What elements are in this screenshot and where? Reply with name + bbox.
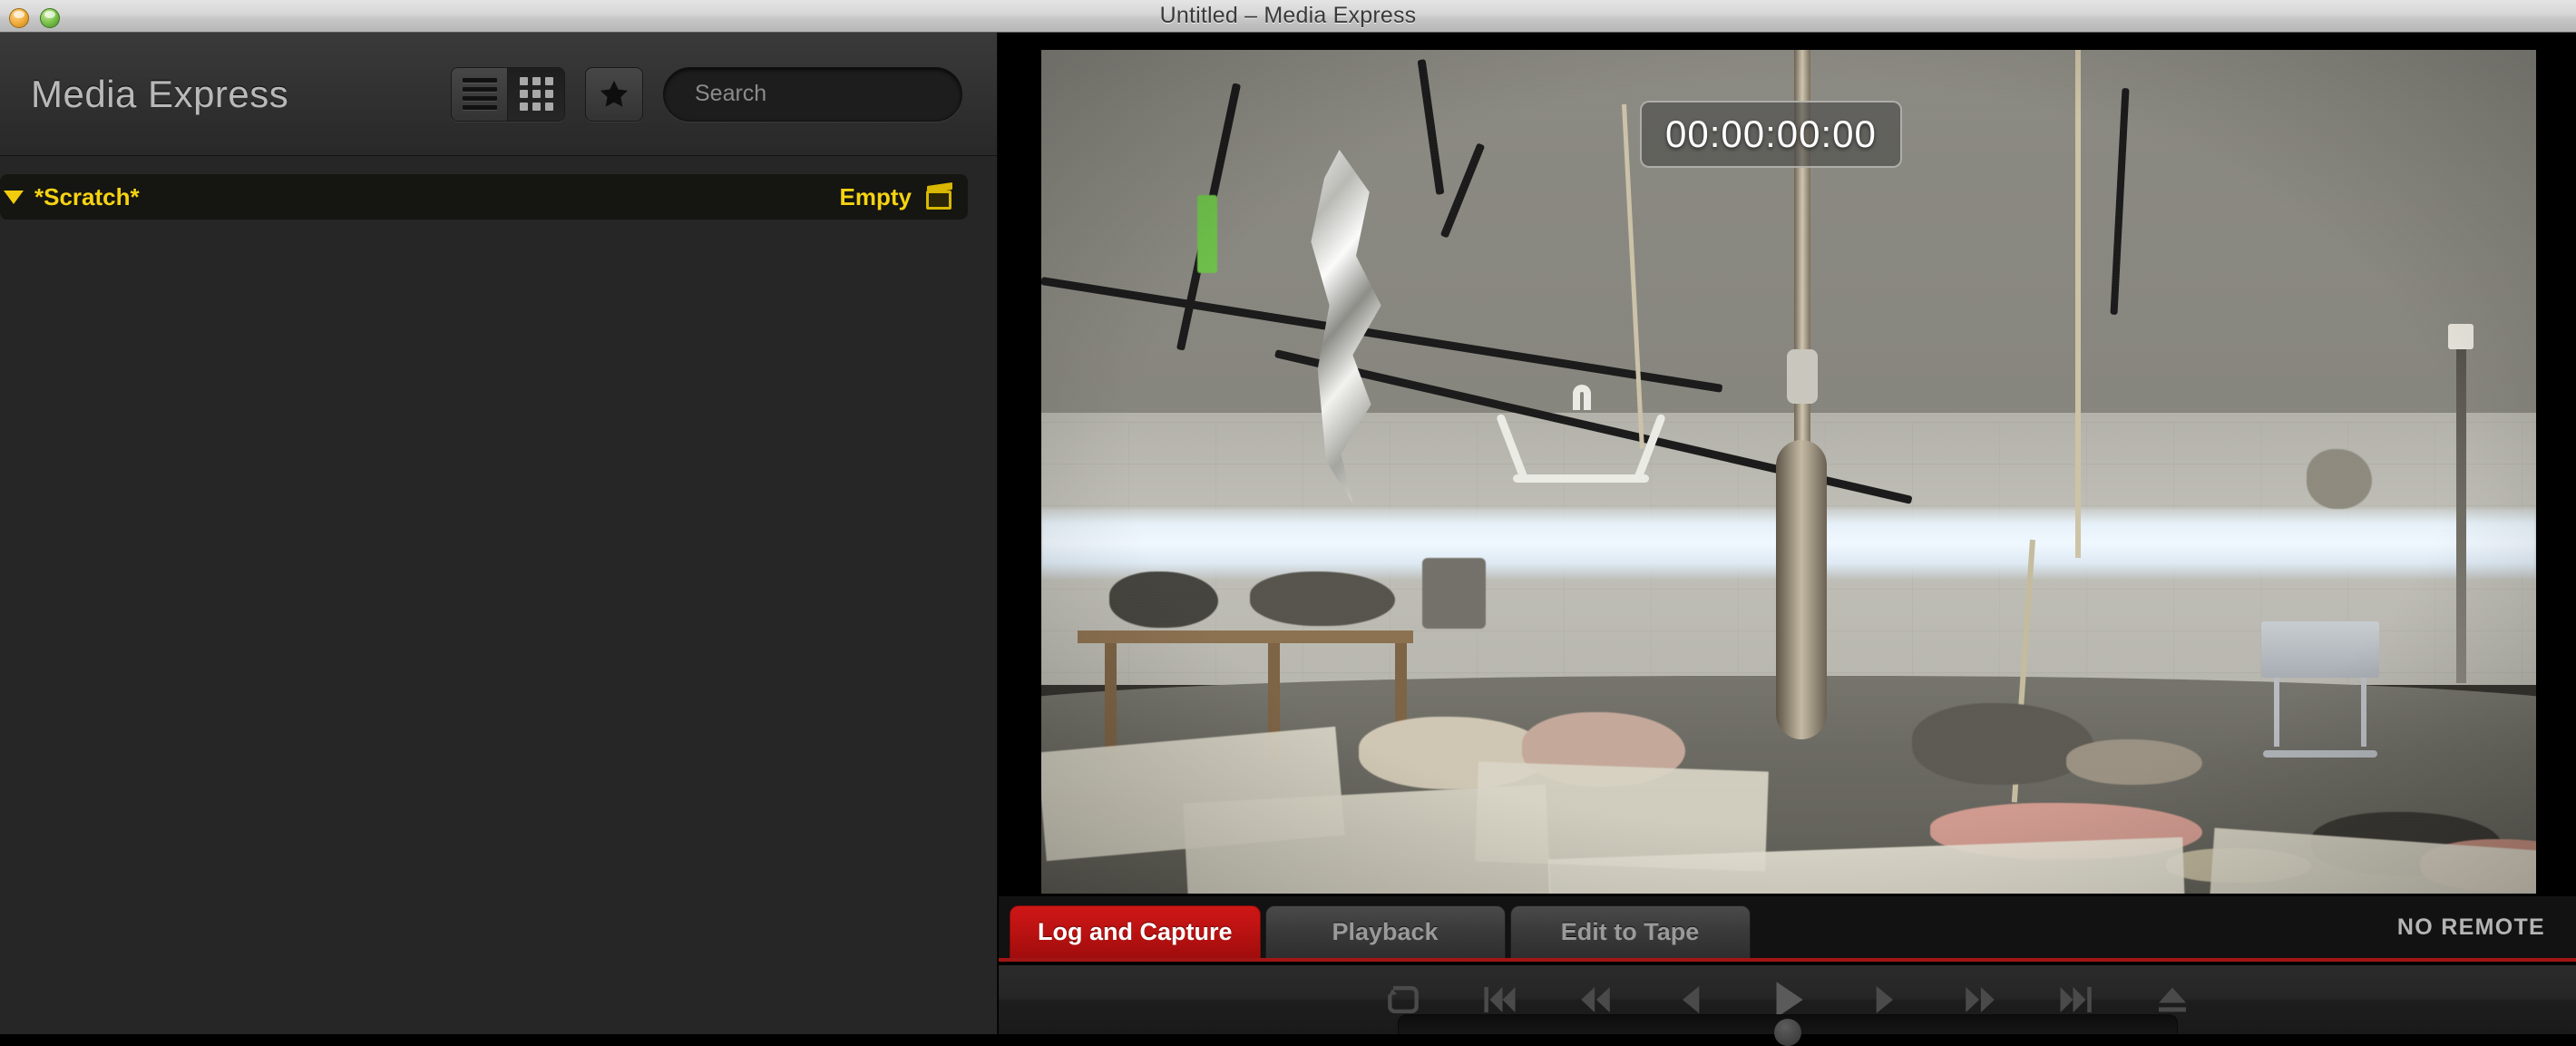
scene-green-tag (1197, 195, 1217, 273)
grid-view-button[interactable] (508, 67, 564, 121)
scene-workbench (1078, 631, 1413, 643)
scene-shelf-box (1422, 558, 1486, 629)
scene-leaning-pole (2448, 324, 2474, 683)
clapperboard-icon (926, 182, 953, 210)
grid-icon (519, 77, 553, 111)
bin-name: *Scratch* (34, 182, 140, 210)
favorites-button[interactable] (585, 66, 643, 122)
traffic-light-group (9, 8, 60, 28)
minimize-button[interactable] (9, 8, 29, 28)
scene-coat-hanger (1496, 385, 1666, 486)
bin-row-scratch[interactable]: *Scratch* Empty (0, 174, 968, 220)
scene-thin-rope (2075, 50, 2081, 558)
jog-shuttle[interactable] (1398, 1014, 2178, 1046)
star-icon (600, 80, 629, 107)
rewind-icon (1580, 987, 1610, 1012)
search-input[interactable]: Search (663, 66, 962, 122)
skip-forward-icon (2060, 987, 2092, 1012)
bin-status: Empty (839, 182, 912, 210)
fast-forward-icon (1965, 987, 1995, 1012)
tab-log-and-capture[interactable]: Log and Capture (1010, 905, 1261, 958)
tab-playback[interactable]: Playback (1264, 905, 1506, 958)
chevron-down-icon[interactable] (4, 190, 24, 204)
scene-floor-debris (2066, 739, 2202, 785)
media-sidebar: Media Express Search *Scratch* Empty (0, 33, 998, 1034)
search-placeholder: Search (695, 81, 767, 106)
video-viewer[interactable]: 00:00:00:00 (999, 33, 2576, 896)
preview-panel: 00:00:00:00 Log and Capture Playback Edi… (999, 33, 2576, 1046)
timecode-display: 00:00:00:00 (1640, 101, 1902, 168)
sidebar-toolbar: Media Express Search (0, 33, 997, 156)
transport-controls (999, 965, 2576, 1046)
mode-tabbar: Log and Capture Playback Edit to Tape NO… (999, 896, 2576, 962)
scene-shelf-clutter (1250, 572, 1395, 626)
remote-status-label: NO REMOTE (2396, 914, 2545, 940)
step-back-icon (1682, 986, 1699, 1013)
zoom-button[interactable] (40, 8, 60, 28)
bin-list: *Scratch* Empty (0, 156, 997, 220)
jog-shuttle-knob[interactable] (1774, 1019, 1801, 1046)
tab-edit-to-tape[interactable]: Edit to Tape (1509, 905, 1751, 958)
video-frame: 00:00:00:00 (1041, 50, 2536, 894)
scene-rope-hook (1787, 349, 1818, 404)
window-title: Untitled – Media Express (1159, 3, 1417, 28)
scene-rope-coil (1776, 440, 1827, 739)
view-mode-segmented-control (451, 66, 565, 122)
skip-back-icon (1483, 987, 1515, 1012)
scene-bench-leg (1105, 643, 1117, 761)
app-title: Media Express (31, 72, 289, 115)
toolbar-controls: Search (451, 66, 962, 122)
step-forward-icon (1876, 986, 1893, 1013)
scene-equipment-cart (2261, 621, 2379, 758)
list-view-button[interactable] (452, 67, 508, 121)
scene-floor-debris (1912, 703, 2093, 785)
list-icon (462, 78, 497, 110)
scene-shelf-clutter (1109, 572, 1218, 628)
scene-wall-object (2307, 449, 2372, 509)
eject-icon (2158, 987, 2186, 1012)
window-titlebar: Untitled – Media Express (0, 0, 2576, 33)
